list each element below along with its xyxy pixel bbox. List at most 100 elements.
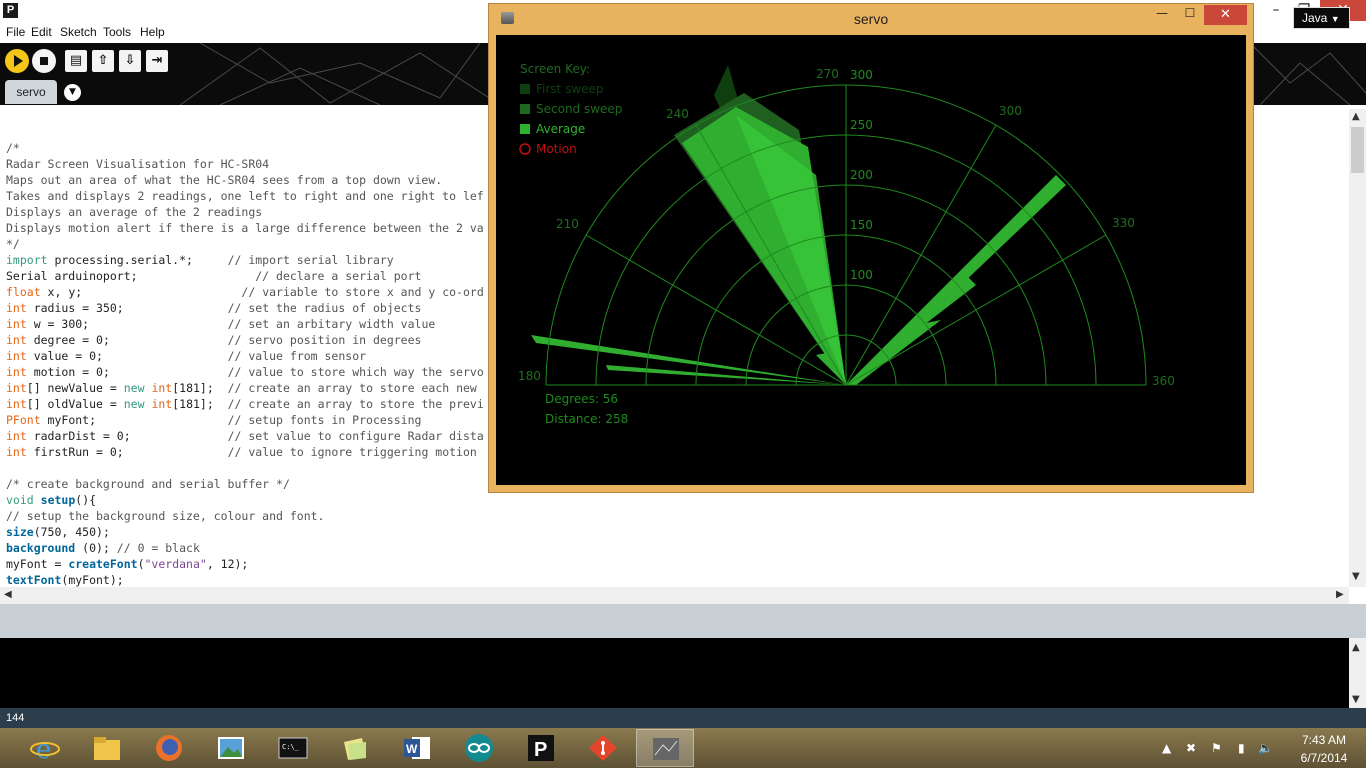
- distance-label-150: 150: [850, 218, 873, 232]
- svg-text:P: P: [534, 739, 547, 761]
- servo-maximize-button[interactable]: ☐: [1177, 6, 1203, 26]
- right-sweep-shape: [846, 175, 1066, 385]
- code-line: */: [6, 237, 20, 251]
- code-line: textFont(myFont);: [6, 573, 124, 587]
- scroll-down-icon[interactable]: ▼: [1352, 571, 1360, 582]
- code-line: int firstRun = 0; // value to ignore tri…: [6, 445, 477, 459]
- taskbar-internet-explorer[interactable]: e: [16, 729, 74, 767]
- degree-label-270: 270: [816, 67, 839, 81]
- menu-tools[interactable]: Tools: [103, 25, 131, 39]
- radar-canvas: 180 210 240 270 300 330 360 100 150 200 …: [496, 35, 1246, 485]
- editor-vertical-scrollbar[interactable]: ▲ ▼: [1349, 109, 1366, 587]
- console-scrollbar[interactable]: ▲ ▼: [1349, 638, 1366, 708]
- volume-icon[interactable]: 🔈: [1258, 741, 1273, 755]
- stop-button[interactable]: [32, 49, 56, 73]
- code-line: /*: [6, 141, 20, 155]
- processing-icon: P: [528, 735, 554, 761]
- command-prompt-icon: C:\_: [278, 737, 308, 759]
- taskbar-sticky-notes[interactable]: [326, 729, 384, 767]
- second-sweep-swatch: [520, 104, 530, 114]
- code-line: int value = 0; // value from sensor: [6, 349, 367, 363]
- code-line: float x, y; // variable to store x and y…: [6, 285, 484, 299]
- screen-key: Screen Key: First sweep Second sweep Ave…: [519, 62, 622, 156]
- clock-date[interactable]: 6/7/2014: [1290, 751, 1358, 765]
- taskbar-arduino[interactable]: [450, 729, 508, 767]
- tab-servo[interactable]: servo: [5, 80, 57, 104]
- svg-text:W: W: [406, 742, 418, 756]
- message-area: [0, 604, 1366, 638]
- taskbar-servo-sketch[interactable]: [636, 729, 694, 767]
- key-first-sweep: First sweep: [536, 82, 604, 96]
- right-sweep-shape-3: [846, 320, 941, 385]
- distance-label-300: 300: [850, 68, 873, 82]
- editor-scroll-thumb[interactable]: [1351, 127, 1364, 173]
- action-center-flag-icon[interactable]: ⚑: [1211, 741, 1222, 755]
- menu-edit[interactable]: Edit: [31, 25, 52, 39]
- mode-select[interactable]: Java ▼: [1293, 7, 1350, 29]
- mode-select-value: Java: [1302, 11, 1328, 25]
- degree-label-300: 300: [999, 104, 1022, 118]
- servo-minimize-button[interactable]: —: [1149, 6, 1175, 26]
- degree-label-210: 210: [556, 217, 579, 231]
- battery-icon[interactable]: ▮: [1238, 741, 1245, 755]
- taskbar-word[interactable]: W: [388, 729, 446, 767]
- svg-text:e: e: [36, 735, 51, 762]
- taskbar-firefox[interactable]: [140, 729, 198, 767]
- key-motion: Motion: [536, 142, 577, 156]
- console-area[interactable]: [0, 638, 1349, 708]
- distance-label-250: 250: [850, 118, 873, 132]
- code-line: int radarDist = 0; // set value to confi…: [6, 429, 484, 443]
- readouts: Degrees: 56 Distance: 258: [545, 392, 628, 426]
- menu-file[interactable]: File: [6, 25, 25, 39]
- code-line: Takes and displays 2 readings, one left …: [6, 189, 484, 203]
- sticky-notes-icon: [344, 738, 366, 760]
- console-scroll-up-icon[interactable]: ▲: [1352, 642, 1360, 653]
- code-line: int radius = 350; // set the radius of o…: [6, 301, 422, 315]
- code-line: int[] oldValue = new int[181]; // create…: [6, 397, 484, 411]
- code-line: import processing.serial.*; // import se…: [6, 253, 394, 267]
- run-button[interactable]: [5, 49, 29, 73]
- editor-horizontal-scrollbar[interactable]: ◀ ▶: [0, 587, 1349, 604]
- distance-label-100: 100: [850, 268, 873, 282]
- network-icon[interactable]: ✖: [1186, 741, 1196, 755]
- taskbar-photos[interactable]: [202, 729, 260, 767]
- code-line: size(750, 450);: [6, 525, 110, 539]
- scroll-left-icon[interactable]: ◀: [4, 589, 12, 600]
- clock-time[interactable]: 7:43 AM: [1294, 733, 1354, 747]
- line-number-status: 144: [0, 708, 1366, 728]
- degree-label-360: 360: [1152, 374, 1175, 388]
- code-line: PFont myFont; // setup fonts in Processi…: [6, 413, 422, 427]
- taskbar-command-prompt[interactable]: C:\_: [264, 729, 322, 767]
- code-line: myFont = createFont("verdana", 12);: [6, 557, 249, 571]
- save-sketch-button[interactable]: ⇩: [119, 50, 141, 72]
- export-sketch-button[interactable]: ⇥: [146, 50, 168, 72]
- code-line: Radar Screen Visualisation for HC-SR04: [6, 157, 270, 171]
- arduino-icon: [465, 734, 493, 762]
- menu-help[interactable]: Help: [140, 25, 165, 39]
- internet-explorer-icon: e: [30, 735, 60, 762]
- photo-viewer-icon: [218, 737, 244, 759]
- show-hidden-icons-icon[interactable]: ▲: [1162, 741, 1171, 755]
- distance-label-200: 200: [850, 168, 873, 182]
- taskbar-processing[interactable]: P: [512, 729, 570, 767]
- taskbar-git[interactable]: [574, 729, 632, 767]
- menu-sketch[interactable]: Sketch: [60, 25, 97, 39]
- average-swatch: [520, 124, 530, 134]
- open-sketch-button[interactable]: ⇧: [92, 50, 114, 72]
- degree-label-240: 240: [666, 107, 689, 121]
- code-line: int degree = 0; // servo position in deg…: [6, 333, 422, 347]
- taskbar-file-explorer[interactable]: [78, 729, 136, 767]
- code-line: Maps out an area of what the HC-SR04 see…: [6, 173, 443, 187]
- scroll-right-icon[interactable]: ▶: [1336, 589, 1344, 600]
- key-average: Average: [536, 122, 585, 136]
- minimize-button[interactable]: –: [1262, 0, 1290, 21]
- console-scroll-down-icon[interactable]: ▼: [1352, 694, 1360, 705]
- degree-label-330: 330: [1112, 216, 1135, 230]
- word-icon: W: [404, 737, 430, 759]
- tab-menu-button[interactable]: ▼: [64, 84, 81, 101]
- servo-close-button[interactable]: ✕: [1204, 5, 1247, 25]
- new-sketch-button[interactable]: ▤: [65, 50, 87, 72]
- key-second-sweep: Second sweep: [536, 102, 622, 116]
- scroll-up-icon[interactable]: ▲: [1352, 111, 1360, 122]
